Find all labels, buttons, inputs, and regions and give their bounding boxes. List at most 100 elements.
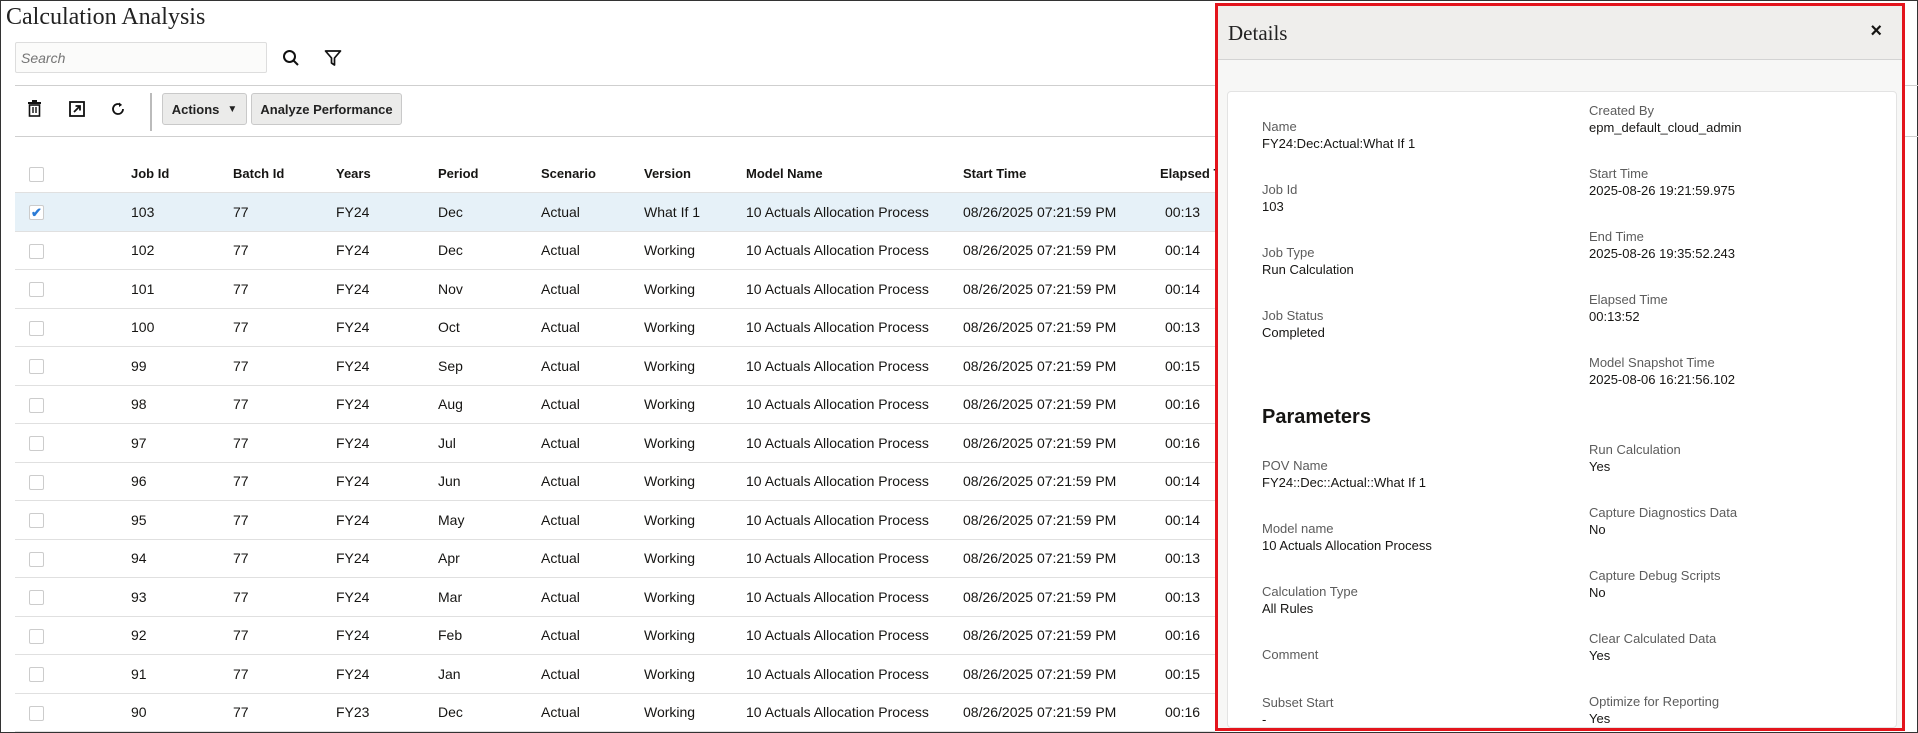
row-checkbox[interactable] [29,551,44,567]
detail-field: Start Time 2025-08-26 19:21:59.975 [1589,165,1735,199]
table-cell: 00:13 [1165,588,1201,605]
table-row[interactable]: 101 77 FY24 Nov Actual Working 10 Actuals Allo… [15,270,1215,309]
field-value: Yes [1589,459,1611,474]
table-row[interactable]: 100 77 FY24 Oct Actual Working 10 Actuals Allo… [15,309,1215,347]
field-label: Job Status [1262,308,1324,323]
table-row[interactable]: 95 77 FY24 May Actual Working 10 Actuals Alloc… [15,501,1215,540]
table-cell: May [438,511,465,528]
table-cell: Apr [438,550,460,567]
table-cell: Working [644,434,696,451]
table-cell: Actual [541,665,580,682]
table-cell: 10 Actuals Allocation Process [746,665,929,682]
page-title: Calculation Analysis [6,4,206,30]
table-cell: Feb [438,627,463,644]
table-row[interactable]: 99 77 FY24 Sep Actual Working 10 Actuals Alloc… [15,347,1215,386]
table-cell: 77 [233,203,249,220]
table-cell: FY24 [336,203,370,220]
filter-icon[interactable] [322,47,344,69]
table-cell: Working [644,588,696,605]
table-row[interactable]: 93 77 FY24 Mar Actual Working 10 Actuals Alloc… [15,578,1215,617]
table-cell: 101 [131,280,155,297]
table-cell: FY23 [336,704,370,721]
table-cell: 77 [233,704,249,721]
details-header: Details × [1218,6,1902,60]
parameters-heading: Parameters [1262,406,1371,428]
field-value: 00:13:52 [1589,309,1640,324]
analyze-performance-button[interactable]: Analyze Performance [251,93,402,125]
column-header[interactable]: Period [438,155,478,192]
table-cell: 94 [131,550,147,567]
table-row[interactable]: 97 77 FY24 Jul Actual Working 10 Actuals Alloc… [15,424,1215,463]
table-row[interactable]: 98 77 FY24 Aug Actual Working 10 Actuals Alloc… [15,386,1215,424]
table-row[interactable]: 102 77 FY24 Dec Actual Working 10 Actuals Allo… [15,232,1215,270]
table-row[interactable]: 92 77 FY24 Feb Actual Working 10 Actuals Alloc… [15,617,1215,655]
refresh-icon[interactable] [108,99,128,119]
table-cell: 00:14 [1165,511,1201,528]
row-checkbox[interactable] [29,397,44,413]
row-checkbox-checked[interactable]: ✔ [29,205,44,220]
detail-field: Elapsed Time 00:13:52 [1589,291,1668,325]
table-cell: 08/26/2025 07:21:59 PM [963,396,1117,413]
row-checkbox[interactable] [29,590,44,605]
field-label: Capture Diagnostics Data [1589,505,1738,520]
actions-button[interactable]: Actions ▼ [162,93,247,125]
select-all-checkbox[interactable] [29,167,44,182]
table-cell: FY24 [336,396,370,413]
row-checkbox[interactable] [29,628,44,644]
table-cell: Working [644,280,696,297]
detail-field: Optimize for Reporting Yes [1589,693,1719,727]
export-icon[interactable] [67,99,87,119]
table-cell: Nov [438,280,463,297]
table-cell: 00:13 [1165,550,1201,567]
column-header[interactable]: Job Id [131,155,169,192]
detail-field: Subset Start - [1262,694,1334,728]
row-checkbox[interactable] [29,320,44,336]
detail-field: Model Snapshot Time 2025-08-06 16:21:56.1… [1589,354,1735,388]
table-cell: 10 Actuals Allocation Process [746,511,929,528]
row-checkbox[interactable] [29,513,44,528]
row-checkbox[interactable] [29,474,44,490]
field-label: POV Name [1262,458,1328,473]
table-cell: FY24 [336,665,370,682]
table-cell: 00:16 [1165,396,1201,413]
chevron-down-icon: ▼ [227,103,238,115]
column-header[interactable]: Model Name [746,155,823,192]
search-input[interactable] [15,42,267,73]
close-icon[interactable]: × [1870,20,1882,43]
table-cell: 00:13 [1165,203,1201,220]
table-cell: 77 [233,627,249,644]
row-checkbox[interactable] [29,705,44,721]
column-header[interactable]: Years [336,155,371,192]
table-row[interactable]: 94 77 FY24 Apr Actual Working 10 Actuals Alloc… [15,540,1215,578]
table-row[interactable]: 96 77 FY24 Jun Actual Working 10 Actuals Alloc… [15,463,1215,501]
row-checkbox[interactable] [29,243,44,259]
column-header[interactable]: Scenario [541,155,596,192]
table-cell: 77 [233,665,249,682]
table-cell: Actual [541,357,580,374]
row-checkbox[interactable] [29,436,44,451]
table-cell: 08/26/2025 07:21:59 PM [963,588,1117,605]
table-cell: 92 [131,627,147,644]
field-label: Clear Calculated Data [1589,631,1717,646]
table-cell: Working [644,357,696,374]
table-row[interactable]: 91 77 FY24 Jan Actual Working 10 Actuals Alloc… [15,655,1215,694]
column-header[interactable]: Start Time [963,155,1026,192]
table-cell: Actual [541,588,580,605]
table-cell: Aug [438,396,463,413]
detail-field: End Time 2025-08-26 19:35:52.243 [1589,228,1735,262]
row-checkbox[interactable] [29,667,44,682]
field-value: Run Calculation [1262,262,1354,277]
column-header[interactable]: Batch Id [233,155,284,192]
search-icon[interactable] [280,47,302,69]
table-cell: 08/26/2025 07:21:59 PM [963,434,1117,451]
table-cell: Jan [438,665,461,682]
table-row[interactable]: 90 77 FY23 Dec Actual Working 10 Actuals Alloc… [15,694,1215,732]
row-checkbox[interactable] [29,282,44,297]
table-cell: 10 Actuals Allocation Process [746,550,929,567]
column-header[interactable]: Version [644,155,691,192]
delete-icon[interactable] [25,99,45,119]
table-cell: FY24 [336,588,370,605]
table-cell: Actual [541,319,580,336]
table-row[interactable]: ✔ 103 77 FY24 Dec Actual What If 1 10 Actuals A… [15,193,1215,232]
row-checkbox[interactable] [29,359,44,374]
